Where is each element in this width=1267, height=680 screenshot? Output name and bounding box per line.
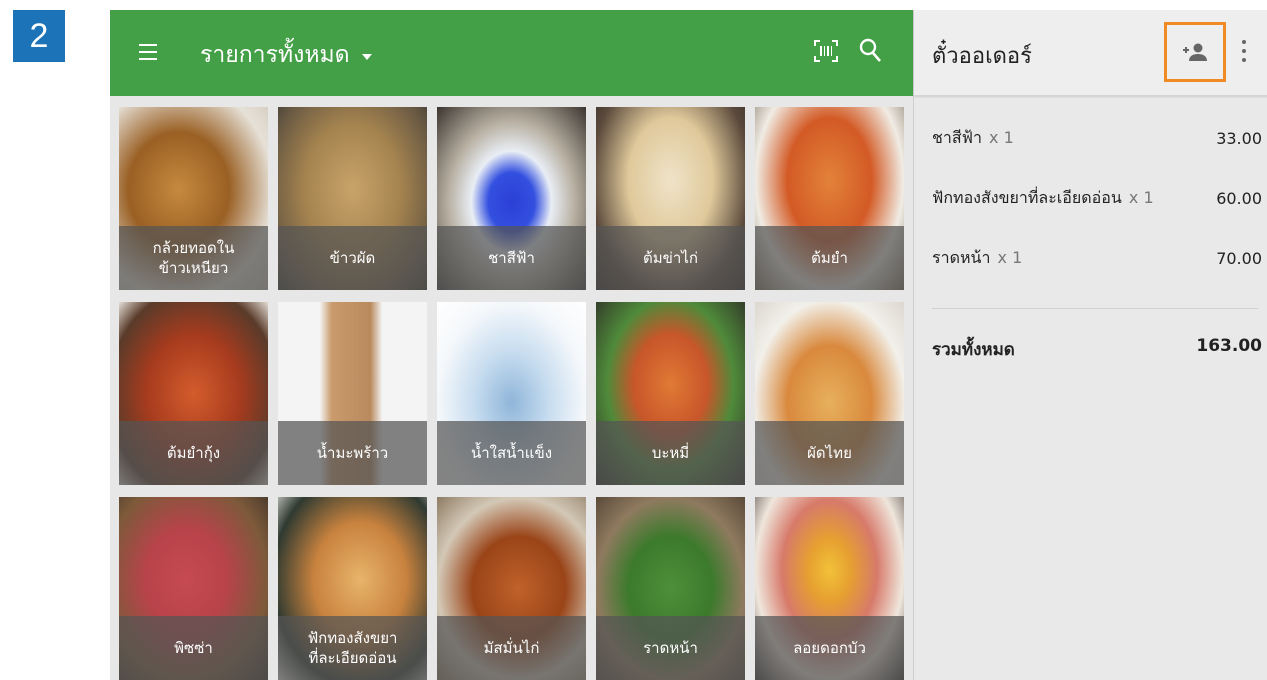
order-line-price: 70.00 [1216, 248, 1262, 268]
order-line-price: 33.00 [1216, 128, 1262, 148]
order-line-qty: x 1 [989, 127, 1014, 147]
step-number-badge: 2 [13, 10, 65, 62]
item-tile[interactable]: บะหมี่ [596, 302, 745, 485]
order-ticket-panel: ตั๋วออเดอร์ ชาสีฟ้า x 1 33.00 ฟักทองสังข… [913, 10, 1267, 680]
item-label: บะหมี่ [596, 421, 745, 485]
order-line[interactable]: ฟักทองสังขยาที่ละเอียดอ่อน x 1 60.00 [932, 182, 1262, 214]
order-lines: ชาสีฟ้า x 1 33.00 ฟักทองสังขยาที่ละเอียด… [932, 122, 1262, 302]
total-value: 163.00 [1196, 336, 1262, 356]
item-label: ต้มยำ [755, 226, 904, 290]
order-line-name: ฟักทองสังขยาที่ละเอียดอ่อน [932, 187, 1122, 207]
item-label: ชาสีฟ้า [437, 226, 586, 290]
barcode-icon[interactable] [814, 40, 838, 62]
order-line[interactable]: ชาสีฟ้า x 1 33.00 [932, 122, 1262, 154]
item-label: พิซซ่า [119, 616, 268, 680]
item-label: ต้มยำกุ้ง [119, 421, 268, 485]
item-tile[interactable]: กล้วยทอดใน ข้าวเหนียว [119, 107, 268, 290]
items-panel: รายการทั้งหมด กล้วยทอดใน ข้าวเหนียว ข้าว… [110, 10, 913, 680]
add-customer-icon [1183, 43, 1207, 61]
item-tile[interactable]: ผัดไทย [755, 302, 904, 485]
dropdown-caret-icon [361, 54, 372, 60]
item-tile[interactable]: พิซซ่า [119, 497, 268, 680]
item-label: กล้วยทอดใน ข้าวเหนียว [119, 226, 268, 290]
order-total: รวมทั้งหมด 163.00 [932, 336, 1262, 363]
item-tile[interactable]: น้ำมะพร้าว [278, 302, 427, 485]
search-icon[interactable] [858, 37, 882, 63]
item-label: มัสมั่นไก่ [437, 616, 586, 680]
category-title: รายการทั้งหมด [200, 42, 350, 68]
item-tile[interactable]: ฟักทองสังขยา ที่ละเอียดอ่อน [278, 497, 427, 680]
item-label: น้ำมะพร้าว [278, 421, 427, 485]
divider [932, 308, 1258, 309]
ticket-toolbar: ตั๋วออเดอร์ [914, 10, 1267, 96]
item-tile[interactable]: ราดหน้า [596, 497, 745, 680]
item-tile[interactable]: ลอยดอกบัว [755, 497, 904, 680]
item-label: ผัดไทย [755, 421, 904, 485]
item-tile[interactable]: ต้มยำกุ้ง [119, 302, 268, 485]
item-tile[interactable]: ต้มยำ [755, 107, 904, 290]
order-line[interactable]: ราดหน้า x 1 70.00 [932, 242, 1262, 274]
item-tile[interactable]: ต้มข่าไก่ [596, 107, 745, 290]
order-line-price: 60.00 [1216, 188, 1262, 208]
order-line-name: ราดหน้า [932, 247, 991, 267]
order-line-qty: x 1 [1128, 187, 1154, 207]
item-label: ลอยดอกบัว [755, 616, 904, 680]
ticket-title: ตั๋วออเดอร์ [932, 44, 1032, 69]
item-label: น้ำใสน้ำแข็ง [437, 421, 586, 485]
add-customer-button[interactable] [1164, 22, 1226, 82]
pos-app: รายการทั้งหมด กล้วยทอดใน ข้าวเหนียว ข้าว… [110, 10, 1267, 680]
category-dropdown[interactable]: รายการทั้งหมด [200, 37, 372, 73]
item-tile[interactable]: ชาสีฟ้า [437, 107, 586, 290]
item-tile[interactable]: น้ำใสน้ำแข็ง [437, 302, 586, 485]
item-label: ต้มข่าไก่ [596, 226, 745, 290]
item-tile[interactable]: ข้าวผัด [278, 107, 427, 290]
more-options-icon[interactable] [1241, 40, 1247, 62]
item-label: ราดหน้า [596, 616, 745, 680]
item-tile[interactable]: มัสมั่นไก่ [437, 497, 586, 680]
item-label: ฟักทองสังขยา ที่ละเอียดอ่อน [278, 616, 427, 680]
order-line-name: ชาสีฟ้า [932, 127, 982, 147]
total-label: รวมทั้งหมด [932, 340, 1015, 360]
order-line-qty: x 1 [997, 247, 1023, 267]
item-label: ข้าวผัด [278, 226, 427, 290]
menu-icon[interactable] [139, 44, 157, 60]
items-toolbar: รายการทั้งหมด [110, 10, 913, 96]
